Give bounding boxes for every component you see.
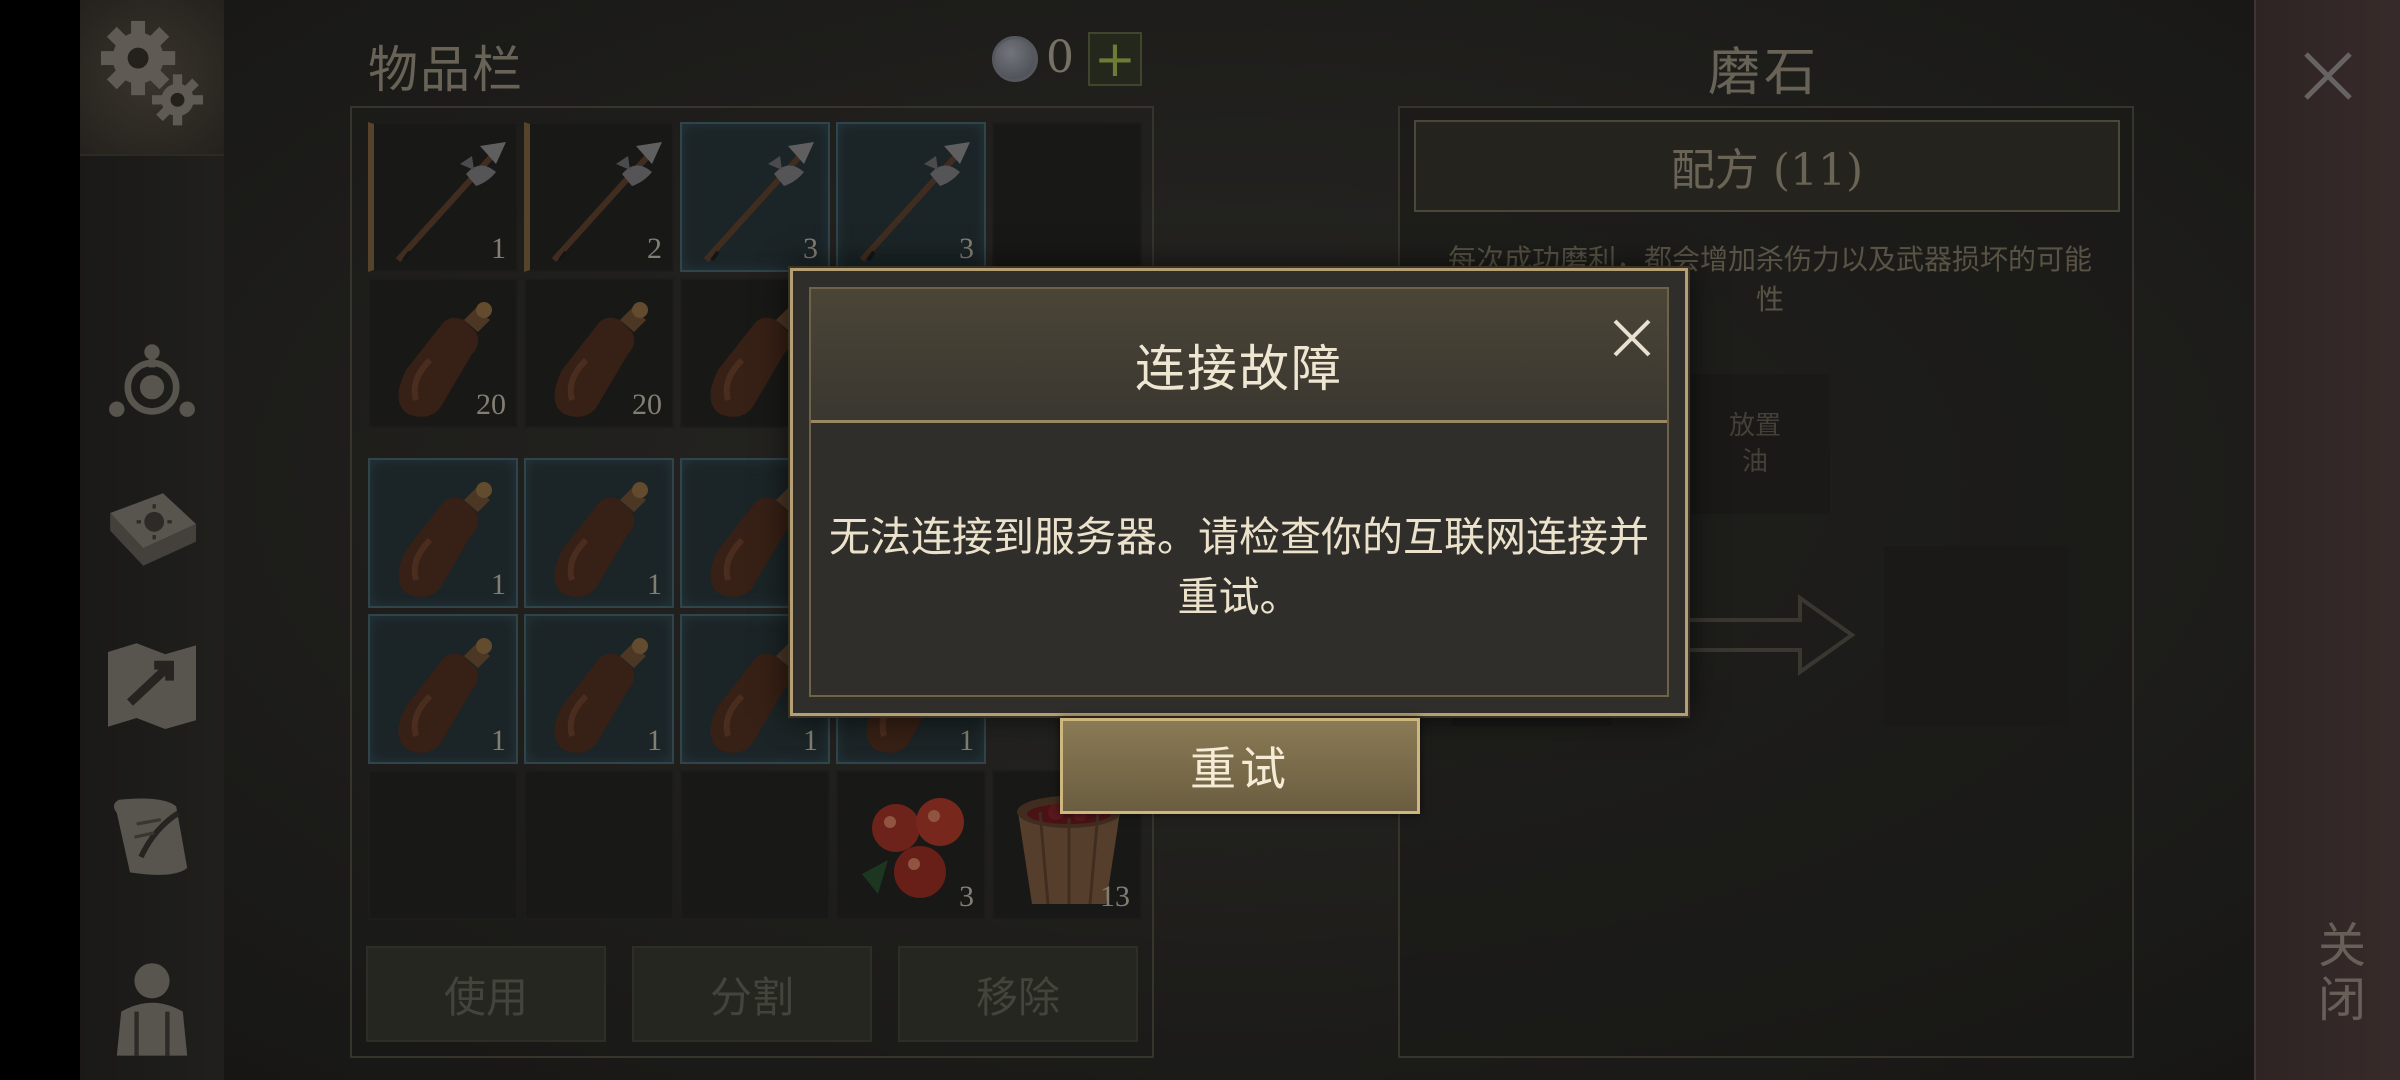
retry-button[interactable]: 重试	[1060, 718, 1420, 814]
dialog-message: 无法连接到服务器。请检查你的互联网连接并重试。	[829, 513, 1649, 621]
dialog-title: 连接故障	[1135, 340, 1343, 398]
connection-error-dialog: 连接故障 无法连接到服务器。请检查你的互联网连接并重试。	[790, 268, 1688, 716]
dialog-header: 连接故障	[811, 289, 1667, 423]
dialog-close-icon[interactable]	[1609, 315, 1655, 361]
